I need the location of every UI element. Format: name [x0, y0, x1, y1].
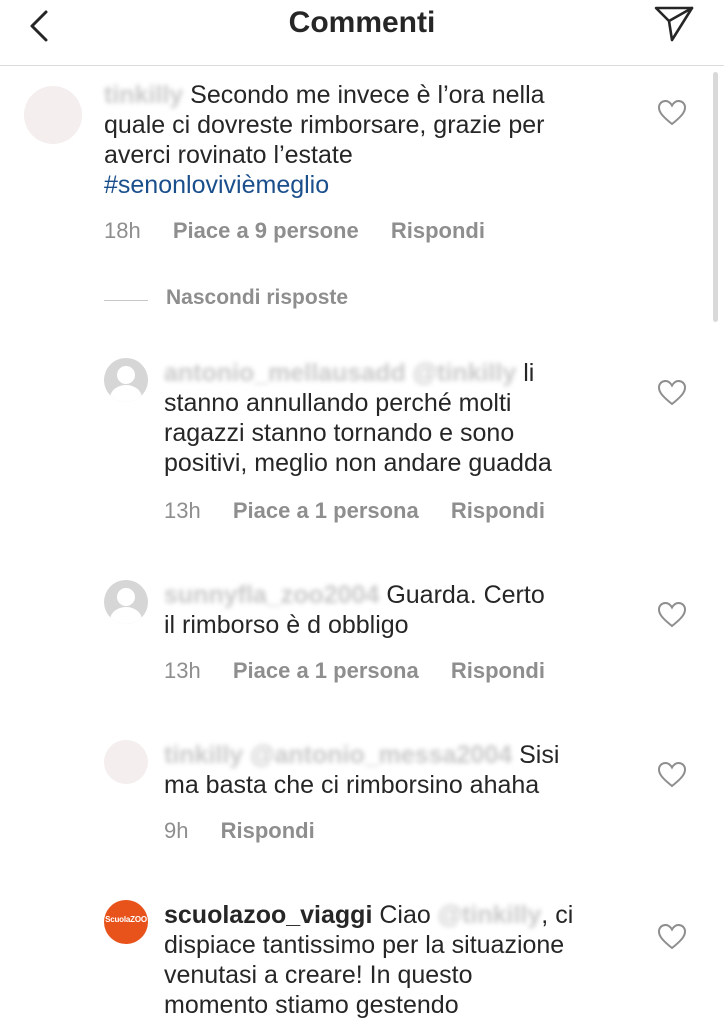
send-icon[interactable] — [652, 2, 696, 46]
header-bar: Commenti — [0, 0, 724, 66]
reply-meta: 9h Rispondi — [164, 818, 341, 844]
timestamp: 13h — [164, 658, 201, 683]
likes-count[interactable]: Piace a 1 persona — [233, 498, 419, 523]
timestamp: 9h — [164, 818, 189, 843]
comment-text: tinkilly Secondo me invece è l’ora nella… — [104, 81, 545, 199]
likes-count[interactable]: Piace a 9 persone — [173, 218, 359, 243]
brand-avatar[interactable]: ScuolaZOO — [104, 900, 148, 944]
comment-meta: 18h Piace a 9 persone Rispondi — [104, 218, 511, 244]
reply-text: antonio_mellausadd @tinkilly li stanno a… — [164, 359, 552, 477]
username[interactable]: scuolazoo_viaggi — [164, 901, 372, 929]
reply-button[interactable]: Rispondi — [391, 218, 485, 243]
avatar-logo-text: ScuolaZOO — [105, 915, 147, 924]
avatar[interactable] — [24, 86, 82, 144]
reply-button[interactable]: Rispondi — [221, 818, 315, 843]
hashtag-link[interactable]: #senonlovivièmeglio — [104, 171, 329, 199]
reply-button[interactable]: Rispondi — [451, 498, 545, 523]
divider — [104, 300, 148, 301]
avatar[interactable] — [104, 740, 148, 784]
timestamp: 18h — [104, 218, 141, 243]
username-blurred[interactable]: antonio_mellausadd @tinkilly — [164, 359, 516, 387]
mention-blurred[interactable]: @tinkilly — [438, 901, 542, 929]
heart-icon[interactable] — [658, 762, 686, 788]
heart-icon[interactable] — [658, 380, 686, 406]
username-blurred[interactable]: sunnyfla_zoo2004 — [164, 581, 379, 609]
heart-icon[interactable] — [658, 602, 686, 628]
page-title: Commenti — [288, 6, 436, 39]
reply-text: sunnyfla_zoo2004 Guarda. Certo il rimbor… — [164, 581, 545, 639]
username-blurred[interactable]: tinkilly @antonio_messa2004 — [164, 741, 512, 769]
username-blurred[interactable]: tinkilly — [104, 81, 183, 109]
avatar[interactable] — [104, 358, 148, 402]
heart-icon[interactable] — [658, 924, 686, 950]
reply-text: tinkilly @antonio_messa2004 Sisi ma bast… — [164, 741, 560, 799]
heart-icon[interactable] — [658, 100, 686, 126]
reply-meta: 13h Piace a 1 persona Rispondi — [164, 658, 571, 684]
avatar[interactable] — [104, 580, 148, 624]
reply-text: scuolazoo_viaggi Ciao @tinkilly, ci disp… — [164, 901, 574, 1019]
scrollbar[interactable] — [713, 72, 718, 322]
timestamp: 13h — [164, 498, 201, 523]
reply-button[interactable]: Rispondi — [451, 658, 545, 683]
likes-count[interactable]: Piace a 1 persona — [233, 658, 419, 683]
reply-meta: 13h Piace a 1 persona Rispondi — [164, 498, 571, 524]
